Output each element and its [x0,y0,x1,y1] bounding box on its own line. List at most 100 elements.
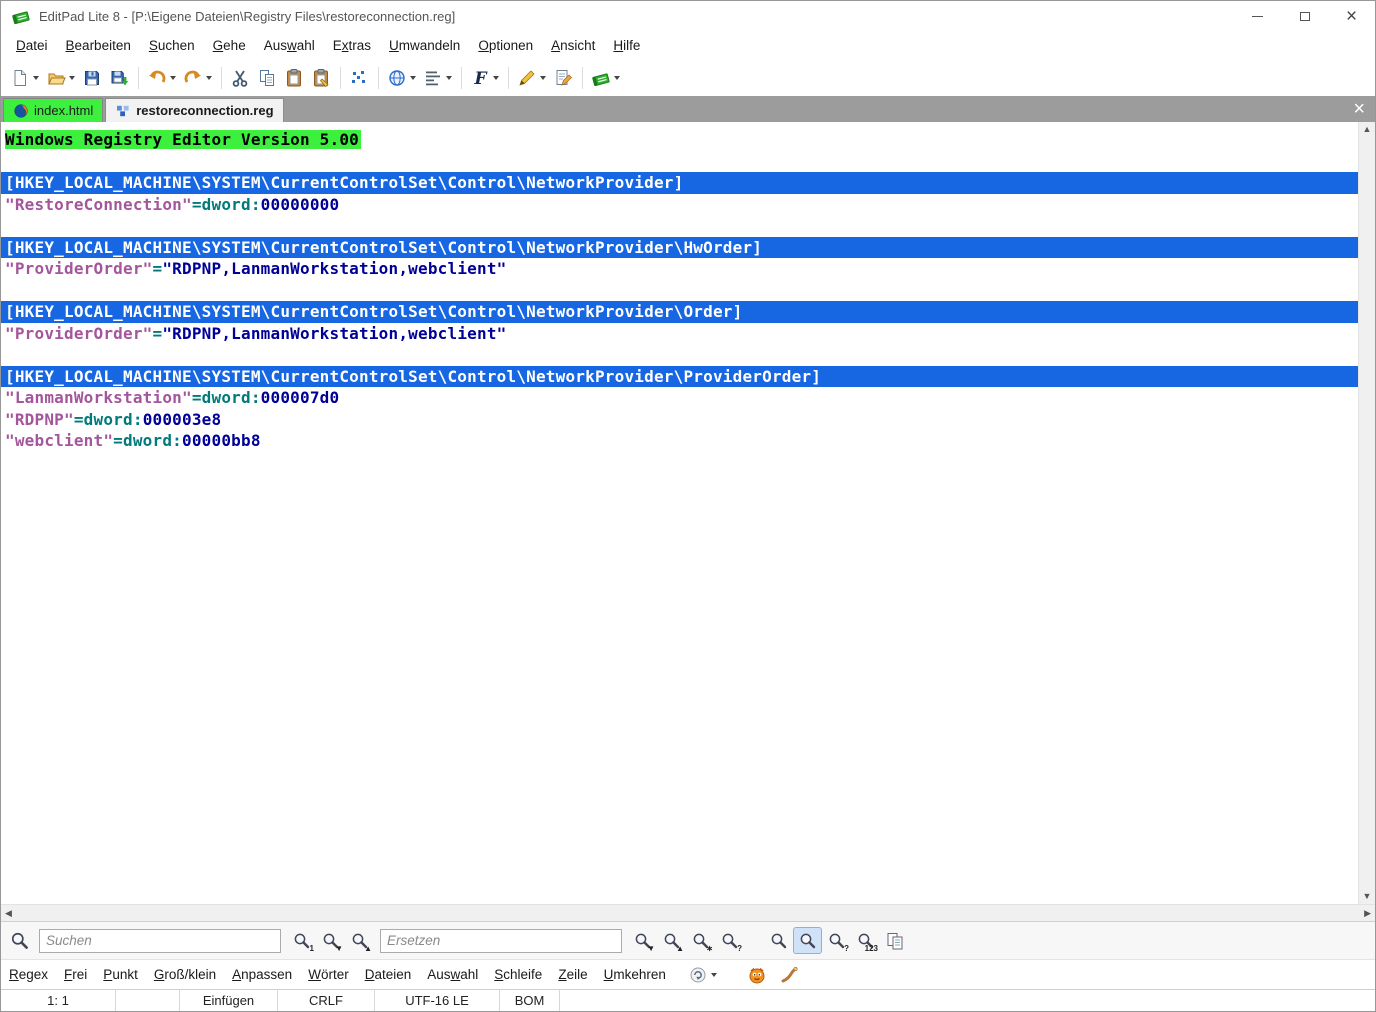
save-button[interactable] [79,64,105,92]
horizontal-scrollbar[interactable]: ◀ ▶ [1,904,1375,921]
scroll-left-button[interactable]: ◀ [5,909,12,918]
find-input[interactable] [39,929,281,953]
symbols-icon [349,68,369,88]
maximize-button[interactable] [1281,1,1328,31]
search-option-woerter[interactable]: Wörter [308,967,349,982]
open-file-button[interactable] [43,64,78,92]
vertical-scrollbar[interactable]: ▲ ▼ [1358,122,1375,904]
window-title: EditPad Lite 8 - [P:\Eigene Dateien\Regi… [39,9,455,24]
search-option-schleife[interactable]: Schleife [494,967,542,982]
menu-item-auswahl[interactable]: Auswahl [255,34,324,57]
find-first-button[interactable]: 1 [287,927,316,954]
toolbar-separator [340,67,341,89]
search-option-dateien[interactable]: Dateien [365,967,412,982]
menu-item-suchen[interactable]: Suchen [140,34,204,57]
editpad-menu-button[interactable] [588,64,623,92]
regexmagic-icon [779,965,799,985]
editor-line: "ProviderOrder"="RDPNP,LanmanWorkstation… [1,258,1358,280]
toolbar-separator [461,67,462,89]
toolbar-separator [508,67,509,89]
replace-input[interactable] [380,929,622,953]
tab-index-html[interactable]: index.html [3,98,103,122]
highlight-matches-button[interactable] [793,927,822,954]
search-option-punkt[interactable]: Punkt [103,967,138,982]
flag-all-matches-button[interactable] [764,927,793,954]
toolbar-separator [378,67,379,89]
scroll-up-button[interactable]: ▲ [1363,125,1372,134]
replace-prompt-button[interactable]: ? [715,927,744,954]
editor: Windows Registry Editor Version 5.00 [HK… [1,122,1375,904]
save-icon [82,68,102,88]
search-option-regex[interactable]: Regex [9,967,48,982]
paste-special-button[interactable] [308,64,334,92]
close-button[interactable]: × [1328,1,1375,31]
menu-item-optionen[interactable]: Optionen [469,34,542,57]
menu-item-bearbeiten[interactable]: Bearbeiten [57,34,140,57]
tab-label: restoreconnection.reg [136,103,273,118]
menu-item-ansicht[interactable]: Ansicht [542,34,604,57]
globe-icon [387,68,407,88]
cut-button[interactable] [227,64,253,92]
open-in-browser-button[interactable] [384,64,419,92]
button-badge: ▲ [364,945,372,953]
close-tab-button[interactable]: × [1353,97,1365,121]
edit-page-button[interactable] [550,64,576,92]
replace-next-button[interactable]: ▼ [628,927,657,954]
regexmagic-button[interactable] [779,965,799,985]
insert-symbol-button[interactable] [346,64,372,92]
editor-line [1,344,1358,366]
dropdown-caret-icon [540,76,546,80]
new-file-button[interactable] [7,64,42,92]
search-option-auswahl[interactable]: Auswahl [427,967,478,982]
save-all-button[interactable] [106,64,132,92]
undo-button[interactable] [144,64,179,92]
search-option-zeile[interactable]: Zeile [558,967,587,982]
magnifier-icon [798,931,818,951]
editor-line: [HKEY_LOCAL_MACHINE\SYSTEM\CurrentContro… [1,301,1358,323]
paste-icon [284,68,304,88]
search-option-frei[interactable]: Frei [64,967,87,982]
paste-button[interactable] [281,64,307,92]
search-options-row: Regex Frei Punkt Groß/klein Anpassen Wörter Da… [1,959,1375,989]
saveall-icon [109,68,129,88]
spell-icon [517,68,537,88]
copy-matches-button[interactable] [880,927,909,954]
bom-indicator: BOM [500,990,560,1011]
open-icon [46,68,66,88]
regexbuddy-button[interactable] [747,965,767,985]
scroll-right-button[interactable]: ▶ [1364,909,1371,918]
search-option-anpassen[interactable]: Anpassen [232,967,292,982]
menu-item-datei[interactable]: Datei [7,34,57,57]
fold-matches-button[interactable]: ? [822,927,851,954]
scroll-down-button[interactable]: ▼ [1363,892,1372,901]
replace-all-button[interactable]: ∗ [686,927,715,954]
dropdown-caret-icon [493,76,499,80]
replace-previous-button[interactable]: ▲ [657,927,686,954]
redo-button[interactable] [180,64,215,92]
spell-check-button[interactable] [514,64,549,92]
button-badge: ? [737,945,742,953]
menu-item-extras[interactable]: Extras [324,34,380,57]
search-option-umkehren[interactable]: Umkehren [604,967,666,982]
copy-icon [257,68,277,88]
encoding: UTF-16 LE [375,990,500,1011]
tab-bar: × index.html restoreconnection.reg [1,96,1375,122]
minimize-button[interactable] [1234,1,1281,31]
menu-item-hilfe[interactable]: Hilfe [604,34,649,57]
text-layout-button[interactable] [467,64,502,92]
search-action-button[interactable] [688,965,717,985]
editor-line: [HKEY_LOCAL_MACHINE\SYSTEM\CurrentContro… [1,237,1358,259]
editor-line: "webclient"=dword:00000bb8 [1,430,1358,452]
copy-button[interactable] [254,64,280,92]
list-icon [885,931,905,951]
editor-content[interactable]: Windows Registry Editor Version 5.00 [HK… [1,122,1358,904]
find-next-button[interactable]: ▼ [316,927,345,954]
menu-item-gehe[interactable]: Gehe [204,34,255,57]
minimize-icon [1252,16,1263,17]
count-matches-button[interactable]: 123 [851,927,880,954]
search-option-gross-klein[interactable]: Groß/klein [154,967,216,982]
find-previous-button[interactable]: ▲ [345,927,374,954]
sort-lines-button[interactable] [420,64,455,92]
menu-item-umwandeln[interactable]: Umwandeln [380,34,469,57]
tab-restoreconnection-reg[interactable]: restoreconnection.reg [105,98,283,122]
